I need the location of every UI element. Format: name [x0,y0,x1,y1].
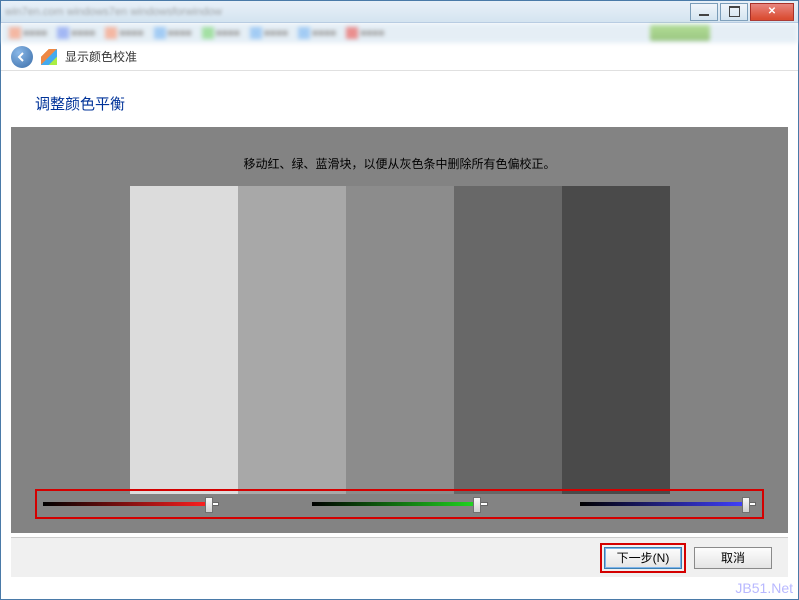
sliders-row [35,489,764,519]
wizard-footer: 下一步(N) 取消 [11,537,788,577]
back-button[interactable] [11,46,33,68]
gray-bar-5 [562,186,670,494]
gray-bar-2 [238,186,346,494]
red-slider-thumb[interactable] [205,497,213,513]
next-button[interactable]: 下一步(N) [604,547,682,569]
next-button-highlight: 下一步(N) [600,543,686,573]
red-slider-fill [43,502,208,506]
green-slider-fill [312,502,477,506]
blue-slider-fill [580,502,745,506]
blue-slider[interactable] [580,496,756,512]
browser-toolbar-blurred: ■■■■ ■■■■ ■■■■ ■■■■ ■■■■ ■■■■ ■■■■ ■■■■ [1,23,798,43]
instruction-text: 移动红、绿、蓝滑块，以便从灰色条中删除所有色偏校正。 [11,127,788,172]
gray-bar-3 [346,186,454,494]
page-heading: 调整颜色平衡 [1,71,798,114]
window-frame: win7en.com windows7en windowsforwindow ■… [0,0,799,600]
cancel-button[interactable]: 取消 [694,547,772,569]
wizard-header: 显示颜色校准 [1,43,798,71]
green-slider[interactable] [312,496,488,512]
calibration-panel: 移动红、绿、蓝滑块，以便从灰色条中删除所有色偏校正。 [11,127,788,533]
wizard-body: 调整颜色平衡 移动红、绿、蓝滑块，以便从灰色条中删除所有色偏校正。 [1,71,798,579]
maximize-button[interactable] [720,3,748,21]
gray-gradient-strip [130,186,670,494]
minimize-button[interactable] [690,3,718,21]
window-controls [690,3,794,21]
close-button[interactable] [750,3,794,21]
titlebar: win7en.com windows7en windowsforwindow [1,1,798,23]
watermark: JB51.Net [735,580,793,596]
window-title: win7en.com windows7en windowsforwindow [5,6,222,18]
gray-bar-1 [130,186,238,494]
blue-slider-thumb[interactable] [742,497,750,513]
green-slider-thumb[interactable] [473,497,481,513]
gray-bar-4 [454,186,562,494]
red-slider[interactable] [43,496,219,512]
wizard-title: 显示颜色校准 [65,48,137,65]
calibration-icon [41,49,57,65]
